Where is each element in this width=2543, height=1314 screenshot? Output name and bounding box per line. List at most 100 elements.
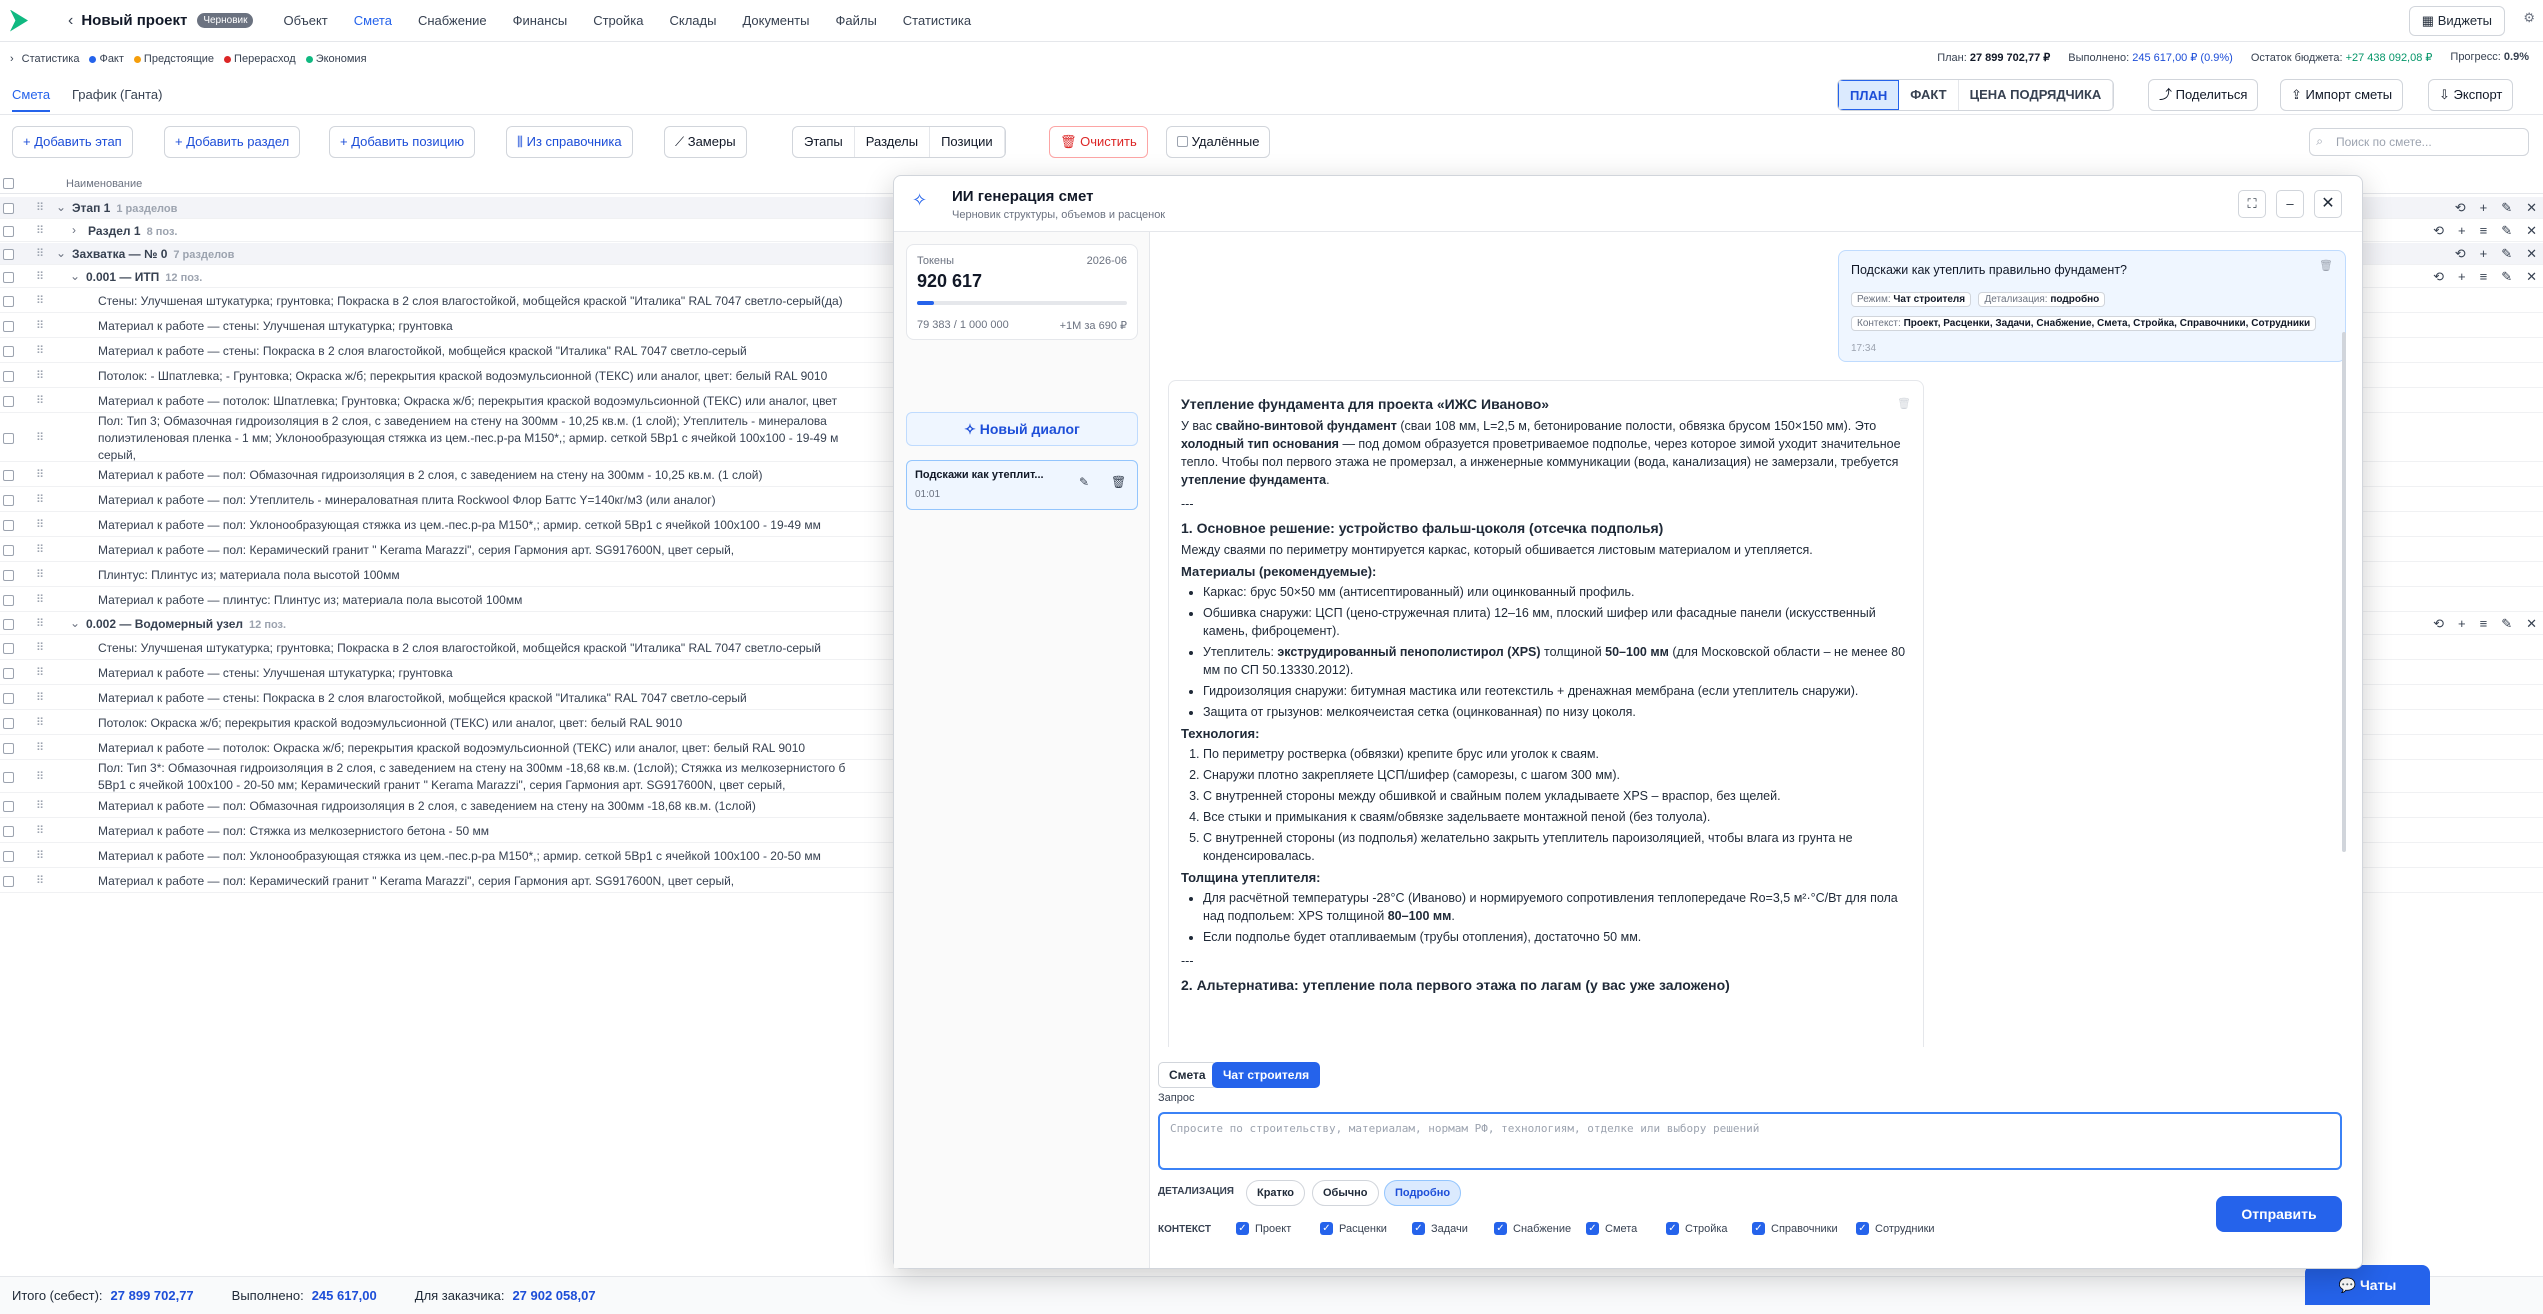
detail-full[interactable]: Подробно [1384,1180,1462,1206]
app-logo[interactable] [10,9,28,32]
chats-button[interactable]: 💬 Чаты [2305,1265,2430,1305]
drag-handle-icon[interactable]: ⠿ [36,201,44,214]
drag-handle-icon[interactable]: ⠿ [36,224,44,237]
row-checkbox[interactable] [3,202,14,214]
checkbox-checked-icon[interactable]: ✓ [1412,1222,1425,1235]
widgets-button[interactable]: ▦ Виджеты [2408,6,2505,36]
pencil-icon[interactable]: ✎ [2501,616,2512,632]
row-checkbox[interactable] [3,717,14,729]
plus-icon[interactable]: + [2458,269,2466,285]
history-icon[interactable]: ⟲ [2455,200,2466,216]
checkbox-checked-icon[interactable]: ✓ [1666,1222,1679,1235]
row-checkbox[interactable] [3,320,14,332]
pencil-icon[interactable]: ✎ [2501,246,2512,262]
drag-handle-icon[interactable]: ⠿ [36,543,44,556]
drag-handle-icon[interactable]: ⠿ [36,468,44,481]
nav-object[interactable]: Объект [283,13,327,28]
nav-documents[interactable]: Документы [742,13,809,28]
history-icon[interactable]: ⟲ [2433,269,2444,285]
chevron-right-icon[interactable]: › [10,53,14,65]
row-checkbox[interactable] [3,345,14,357]
row-checkbox[interactable] [3,225,14,237]
mode-contractor[interactable]: ЦЕНА ПОДРЯДЧИКА [1959,80,2114,110]
drag-handle-icon[interactable]: ⠿ [36,849,44,862]
drag-handle-icon[interactable]: ⠿ [36,666,44,679]
view-sections[interactable]: Разделы [855,127,931,157]
close-icon[interactable]: ✕ [2526,616,2537,632]
select-all-checkbox[interactable] [3,178,14,189]
drag-handle-icon[interactable]: ⠿ [36,431,44,444]
deleted-toggle[interactable]: Удалённые [1166,126,1271,158]
chevron-down-icon[interactable]: ⌄ [56,246,66,260]
drag-handle-icon[interactable]: ⠿ [36,741,44,754]
expand-icon[interactable]: ⛶ [2238,190,2266,218]
mode-tab-smeta[interactable]: Смета [1158,1062,1217,1088]
plus-icon[interactable]: + [2458,223,2466,239]
close-icon[interactable]: ✕ [2526,246,2537,262]
row-checkbox[interactable] [3,850,14,862]
from-catalog-button[interactable]: ⫼ Из справочника [506,126,633,158]
row-checkbox[interactable] [3,248,14,260]
checkbox-checked-icon[interactable]: ✓ [1320,1222,1333,1235]
nav-warehouses[interactable]: Склады [670,13,717,28]
dialog-item[interactable]: Подскажи как утеплит... 01:01 ✎ 🗑 [906,460,1138,510]
chevron-left-icon[interactable]: ‹ [68,12,73,30]
context-option[interactable]: ✓ Расценки [1320,1222,1387,1235]
drag-handle-icon[interactable]: ⠿ [36,691,44,704]
mode-fact[interactable]: ФАКТ [1899,80,1959,110]
row-checkbox[interactable] [3,692,14,704]
tokens-extra[interactable]: +1М за 690 ₽ [1060,319,1127,332]
plus-icon[interactable]: + [2480,246,2488,262]
view-items[interactable]: Позиции [930,127,1005,157]
checkbox-checked-icon[interactable]: ✓ [1494,1222,1507,1235]
list-icon[interactable]: ≡ [2480,223,2488,239]
drag-handle-icon[interactable]: ⠿ [36,799,44,812]
row-checkbox[interactable] [3,494,14,506]
clear-button[interactable]: 🗑 Очистить [1049,126,1148,158]
history-icon[interactable]: ⟲ [2455,246,2466,262]
share-button[interactable]: ⤴ Поделиться [2148,79,2259,111]
row-checkbox[interactable] [3,469,14,481]
context-option[interactable]: ✓ Смета [1586,1222,1637,1235]
row-checkbox[interactable] [3,594,14,606]
row-checkbox[interactable] [3,519,14,531]
list-icon[interactable]: ≡ [2480,269,2488,285]
mode-tab-builder-chat[interactable]: Чат строителя [1212,1062,1321,1088]
drag-handle-icon[interactable]: ⠿ [36,874,44,887]
row-checkbox[interactable] [3,800,14,812]
drag-handle-icon[interactable]: ⠿ [36,394,44,407]
trash-icon[interactable]: 🗑 [2319,259,2333,272]
row-checkbox[interactable] [3,295,14,307]
tab-smeta[interactable]: Смета [12,87,51,112]
history-icon[interactable]: ⟲ [2433,223,2444,239]
measures-button[interactable]: ⟋ Замеры [664,126,747,158]
drag-handle-icon[interactable]: ⠿ [36,493,44,506]
row-checkbox[interactable] [3,875,14,887]
row-checkbox[interactable] [3,742,14,754]
close-icon[interactable]: ✕ [2526,269,2537,285]
drag-handle-icon[interactable]: ⠿ [36,319,44,332]
context-option[interactable]: ✓ Задачи [1412,1222,1468,1235]
row-checkbox[interactable] [3,370,14,382]
nav-supply[interactable]: Снабжение [418,13,487,28]
new-dialog-button[interactable]: ✧ Новый диалог [906,412,1138,446]
gear-icon[interactable]: ⚙ [2523,10,2535,26]
view-stages[interactable]: Этапы [793,127,855,157]
export-button[interactable]: ⇩ Экспорт [2428,79,2514,111]
close-icon[interactable]: ✕ [2314,190,2342,218]
nav-finance[interactable]: Финансы [513,13,568,28]
row-checkbox[interactable] [3,271,14,283]
drag-handle-icon[interactable]: ⠿ [36,824,44,837]
drag-handle-icon[interactable]: ⠿ [36,568,44,581]
context-option[interactable]: ✓ Проект [1236,1222,1291,1235]
context-option[interactable]: ✓ Справочники [1752,1222,1838,1235]
mode-plan[interactable]: ПЛАН [1838,80,1900,110]
drag-handle-icon[interactable]: ⠿ [36,518,44,531]
checkbox-checked-icon[interactable]: ✓ [1586,1222,1599,1235]
drag-handle-icon[interactable]: ⠿ [36,294,44,307]
scrollbar[interactable] [2342,332,2346,852]
tab-gantt[interactable]: График (Ганта) [72,87,162,102]
nav-construction[interactable]: Стройка [593,13,643,28]
pencil-icon[interactable]: ✎ [1079,475,1089,489]
add-section-button[interactable]: + Добавить раздел [164,126,301,158]
